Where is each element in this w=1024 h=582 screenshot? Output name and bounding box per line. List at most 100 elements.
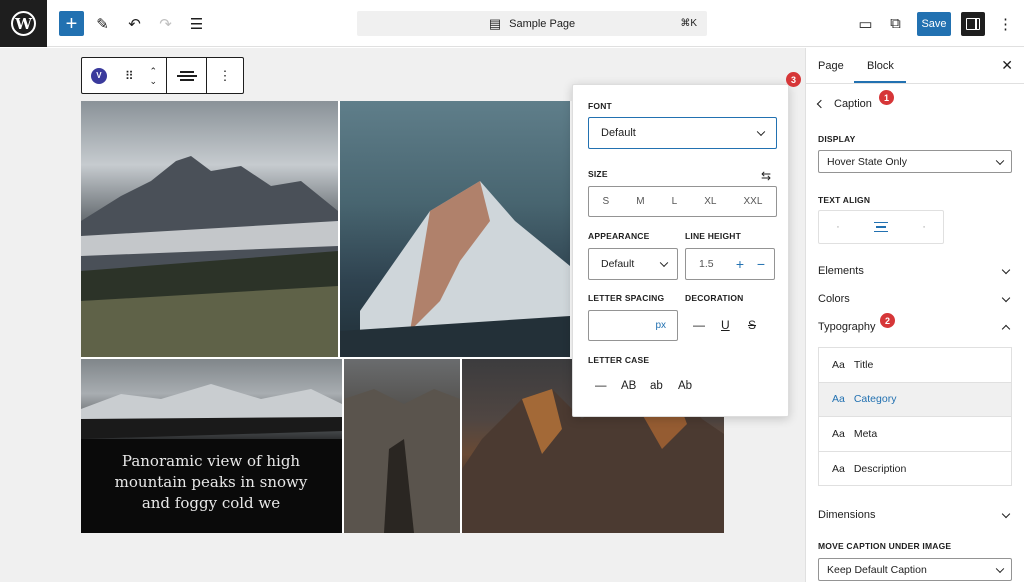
letter-spacing-label: LETTER SPACING bbox=[588, 293, 665, 303]
size-option-m[interactable]: M bbox=[636, 196, 644, 207]
tab-page[interactable]: Page bbox=[818, 60, 844, 72]
align-left-button[interactable]: · bbox=[836, 221, 840, 233]
panel-title: Caption bbox=[834, 98, 872, 110]
list-item-label: Category bbox=[853, 393, 897, 406]
lowercase-button[interactable]: ab bbox=[650, 380, 663, 392]
redo-icon[interactable]: ↷ bbox=[153, 11, 178, 36]
more-options-icon[interactable]: ⋮ bbox=[993, 11, 1018, 36]
text-align-label: TEXT ALIGN bbox=[818, 195, 871, 205]
typography-icon: Aa bbox=[832, 462, 845, 475]
font-family-value: Default bbox=[601, 127, 636, 139]
block-type-icon[interactable]: V bbox=[90, 67, 107, 84]
decrement-icon[interactable]: − bbox=[757, 256, 765, 272]
size-settings-icon[interactable]: ⇆ bbox=[761, 169, 771, 183]
move-up-down-icon[interactable]: ⌃ ⌄ bbox=[149, 66, 157, 86]
chevron-down-icon bbox=[1001, 509, 1011, 519]
size-option-s[interactable]: S bbox=[603, 196, 610, 207]
dimensions-panel[interactable]: Dimensions bbox=[818, 509, 1012, 521]
appearance-select[interactable]: Default bbox=[588, 248, 678, 280]
typography-popover: FONT Default SIZE ⇆ S M L XL XXL APPEARA… bbox=[572, 84, 789, 417]
font-label: FONT bbox=[588, 101, 612, 111]
display-select[interactable]: Hover State Only bbox=[818, 150, 1012, 173]
font-size-picker: S M L XL XXL bbox=[588, 186, 777, 217]
settings-panel-toggle-icon[interactable] bbox=[961, 12, 985, 36]
text-align-group: · · bbox=[818, 210, 944, 244]
settings-sidebar: Page Block ✕ Caption 1 DISPLAY Hover Sta… bbox=[805, 48, 1024, 582]
undo-icon[interactable]: ↶ bbox=[122, 11, 147, 36]
colors-panel[interactable]: Colors bbox=[818, 293, 1012, 305]
list-item[interactable]: Aa Meta bbox=[819, 417, 1011, 452]
chevron-down-icon bbox=[1001, 293, 1011, 303]
chevron-up-icon bbox=[1001, 324, 1011, 334]
external-view-icon[interactable]: ⧉ bbox=[883, 11, 908, 36]
align-right-button[interactable]: · bbox=[922, 221, 926, 233]
size-option-xl[interactable]: XL bbox=[704, 196, 716, 207]
case-none-button[interactable]: — bbox=[595, 380, 607, 392]
typography-icon: Aa bbox=[832, 358, 845, 371]
gallery-image[interactable] bbox=[344, 359, 460, 533]
command-palette-bar[interactable]: ▤ Sample Page ⌘K bbox=[357, 11, 707, 36]
gallery-image[interactable] bbox=[81, 101, 338, 357]
desktop-preview-icon[interactable]: ▭ bbox=[853, 11, 878, 36]
uppercase-button[interactable]: AB bbox=[621, 380, 636, 392]
shortcut-hint: ⌘K bbox=[680, 18, 697, 29]
unit-select[interactable]: px bbox=[655, 320, 666, 331]
decoration-none-icon[interactable]: — bbox=[693, 318, 705, 332]
letter-case-label: LETTER CASE bbox=[588, 355, 650, 365]
pencil-tool-icon[interactable]: ✎ bbox=[90, 11, 115, 36]
chevron-down-icon bbox=[995, 564, 1005, 573]
font-family-select[interactable]: Default bbox=[588, 117, 777, 149]
close-icon[interactable]: ✕ bbox=[1001, 57, 1013, 74]
typography-element-list: Aa Title Aa Category Aa Meta Aa Descript… bbox=[818, 347, 1012, 486]
chevron-down-icon bbox=[995, 156, 1005, 165]
list-item[interactable]: Aa Category bbox=[819, 382, 1011, 417]
elements-panel[interactable]: Elements bbox=[818, 265, 1012, 277]
line-height-label: LINE HEIGHT bbox=[685, 231, 742, 241]
back-to-caption-button[interactable]: Caption bbox=[816, 98, 872, 110]
decoration-label: DECORATION bbox=[685, 293, 744, 303]
appearance-value: Default bbox=[601, 258, 635, 270]
save-button[interactable]: Save bbox=[917, 12, 951, 36]
typography-label: Typography bbox=[818, 321, 876, 333]
chevron-down-icon bbox=[659, 258, 669, 268]
drag-handle-icon[interactable]: ⠿ bbox=[125, 69, 134, 83]
list-item-label: Title bbox=[853, 358, 874, 371]
elements-label: Elements bbox=[818, 265, 864, 277]
sidebar-tabs: Page Block ✕ bbox=[806, 48, 1024, 84]
line-height-value: 1.5 bbox=[699, 258, 714, 270]
list-item[interactable]: Aa Title bbox=[819, 348, 1011, 383]
document-icon: ▤ bbox=[488, 15, 502, 31]
display-value: Hover State Only bbox=[827, 155, 907, 168]
move-caption-select[interactable]: Keep Default Caption bbox=[818, 558, 1012, 581]
list-item-label: Description bbox=[853, 462, 907, 475]
top-toolbar: W + ✎ ↶ ↷ ☰ ▤ Sample Page ⌘K ▭ ⧉ Save ⋮ bbox=[0, 0, 1024, 47]
size-option-xxl[interactable]: XXL bbox=[744, 196, 763, 207]
gallery-caption: Panoramic view of high mountain peaks in… bbox=[114, 452, 308, 512]
step-badge-3: 3 bbox=[786, 72, 801, 87]
appearance-label: APPEARANCE bbox=[588, 231, 650, 241]
block-options-icon[interactable]: ⋮ bbox=[219, 68, 232, 84]
letter-spacing-input[interactable]: px bbox=[588, 310, 678, 341]
strikethrough-icon[interactable]: S bbox=[748, 318, 756, 332]
line-height-input[interactable]: 1.5 + − bbox=[685, 248, 775, 280]
wordpress-logo-icon[interactable]: W bbox=[0, 0, 47, 47]
size-option-l[interactable]: L bbox=[672, 196, 678, 207]
display-label: DISPLAY bbox=[818, 134, 856, 144]
increment-icon[interactable]: + bbox=[736, 256, 744, 272]
tab-block[interactable]: Block bbox=[867, 60, 894, 72]
gallery-image[interactable] bbox=[340, 101, 570, 357]
list-view-icon[interactable]: ☰ bbox=[184, 11, 209, 36]
typography-icon: Aa bbox=[832, 427, 845, 440]
move-caption-label: MOVE CAPTION UNDER IMAGE bbox=[818, 541, 952, 551]
underline-icon[interactable]: U bbox=[721, 318, 730, 332]
add-block-button[interactable]: + bbox=[59, 11, 84, 36]
chevron-down-icon bbox=[1001, 265, 1011, 275]
chevron-down-icon bbox=[756, 127, 766, 137]
capitalize-button[interactable]: Ab bbox=[678, 380, 692, 392]
step-badge-1: 1 bbox=[879, 90, 894, 105]
typography-icon: Aa bbox=[832, 393, 845, 406]
list-item[interactable]: Aa Description bbox=[819, 452, 1011, 487]
alignment-icon[interactable] bbox=[176, 70, 197, 81]
typography-panel[interactable]: Typography bbox=[818, 321, 1012, 334]
align-center-icon[interactable] bbox=[874, 222, 888, 232]
